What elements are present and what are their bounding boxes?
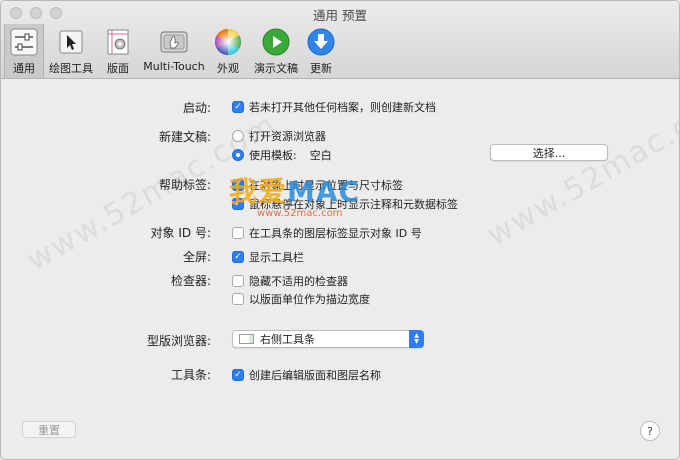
help-tags-checkbox-2[interactable]: ✓ [232,198,244,210]
help-tags-option-1[interactable]: ✓ 在对象上时显示位置与尺寸标签 [232,177,403,193]
inspector-option-2[interactable]: 以版面单位作为描边宽度 [232,291,370,307]
inspector-option-1-text: 隐藏不适用的检查器 [249,275,348,288]
fullscreen-option[interactable]: ✓ 显示工具栏 [232,249,304,265]
template-browser-select[interactable]: 右侧工具条 ▲ ▼ [232,330,424,348]
download-arrow-icon [306,27,336,57]
object-id-option[interactable]: 在工具条的图层标签显示对象 ID 号 [232,225,422,241]
object-id-option-text: 在工具条的图层标签显示对象 ID 号 [249,227,422,240]
play-icon [261,27,291,57]
startup-checkbox[interactable]: ✓ [232,101,244,113]
window-title: 通用 预置 [313,8,367,23]
inspector-checkbox-2[interactable] [232,293,244,305]
toolbar-pref-checkbox[interactable]: ✓ [232,369,244,381]
toolbar-pref-label: 工具条: [170,368,211,382]
help-tags-option-2-text: 鼠标悬停在对象上时显示注释和元数据标签 [249,198,458,211]
canvas-gear-icon [103,27,133,57]
general-sliders-icon [9,27,39,57]
template-browser-value: 右侧工具条 [260,333,315,346]
tab-canvas-label: 版面 [107,62,129,75]
fullscreen-checkbox[interactable]: ✓ [232,251,244,263]
new-doc-browser-option[interactable]: 打开资源浏览器 [232,128,326,144]
startup-option[interactable]: ✓ 若未打开其他任何档案，则创建新文档 [232,99,436,115]
object-id-checkbox[interactable] [232,227,244,239]
tab-multitouch[interactable]: Multi-Touch [140,24,208,78]
tab-multitouch-label: Multi-Touch [143,60,205,73]
template-option-text: 使用模板: [249,149,297,162]
help-tags-option-2[interactable]: ✓ 鼠标悬停在对象上时显示注释和元数据标签 [232,196,458,212]
inspector-checkbox-1[interactable] [232,275,244,287]
fullscreen-label: 全屏: [182,250,211,264]
object-id-label: 对象 ID 号: [150,226,211,240]
tab-update[interactable]: 更新 [304,24,338,78]
tab-canvas[interactable]: 版面 [100,24,136,78]
help-button[interactable]: ? [640,421,660,441]
help-tags-checkbox-1[interactable]: ✓ [232,179,244,191]
sidebar-right-icon [239,334,254,344]
toolbar-pref-option[interactable]: ✓ 创建后编辑版面和图层名称 [232,367,381,383]
browser-option-text: 打开资源浏览器 [249,130,326,143]
preferences-content: www.52mac.com www.52mac.com 启动: ✓ 若未打开其他… [1,80,680,459]
new-document-label: 新建文稿: [158,130,211,144]
help-tags-option-1-text: 在对象上时显示位置与尺寸标签 [249,179,403,192]
drawing-tools-cursor-icon [56,27,86,57]
tab-appearance[interactable]: 外观 [210,24,246,78]
reset-button[interactable]: 重置 [22,421,76,438]
help-tags-label: 帮助标签: [158,178,211,192]
startup-option-text: 若未打开其他任何档案，则创建新文档 [249,101,436,114]
tab-general[interactable]: 通用 [4,24,44,78]
tab-presentation-label: 演示文稿 [254,62,298,75]
inspector-option-1[interactable]: 隐藏不适用的检查器 [232,273,348,289]
tab-appearance-label: 外观 [217,62,239,75]
browser-radio[interactable] [232,130,244,142]
preferences-window: 通用 预置 通用 绘图工具 版面 Multi-Touch 外观 演示文稿 更新 … [0,0,680,460]
toolbar-pref-option-text: 创建后编辑版面和图层名称 [249,369,381,382]
titlebar: 通用 预置 通用 绘图工具 版面 Multi-Touch 外观 演示文稿 更新 [1,1,679,79]
tab-general-label: 通用 [13,62,35,75]
template-value: 空白 [309,149,332,162]
fullscreen-option-text: 显示工具栏 [249,251,304,264]
select-arrows-icon: ▲ ▼ [409,330,424,348]
startup-label: 启动: [182,101,211,115]
tab-presentation[interactable]: 演示文稿 [250,24,302,78]
tab-drawing-tools[interactable]: 绘图工具 [46,24,96,78]
tab-drawing-tools-label: 绘图工具 [49,62,93,75]
color-wheel-icon [213,27,243,57]
watermark-right: www.52mac.com [481,81,680,254]
choose-template-button[interactable]: 选择... [490,144,608,161]
new-doc-template-option[interactable]: 使用模板: 空白 [232,147,332,163]
template-browser-label: 型版浏览器: [146,334,211,348]
multitouch-trackpad-icon [159,27,189,57]
template-radio[interactable] [232,149,244,161]
inspector-option-2-text: 以版面单位作为描边宽度 [249,293,370,306]
tab-update-label: 更新 [310,62,332,75]
inspector-label: 检查器: [170,274,211,288]
